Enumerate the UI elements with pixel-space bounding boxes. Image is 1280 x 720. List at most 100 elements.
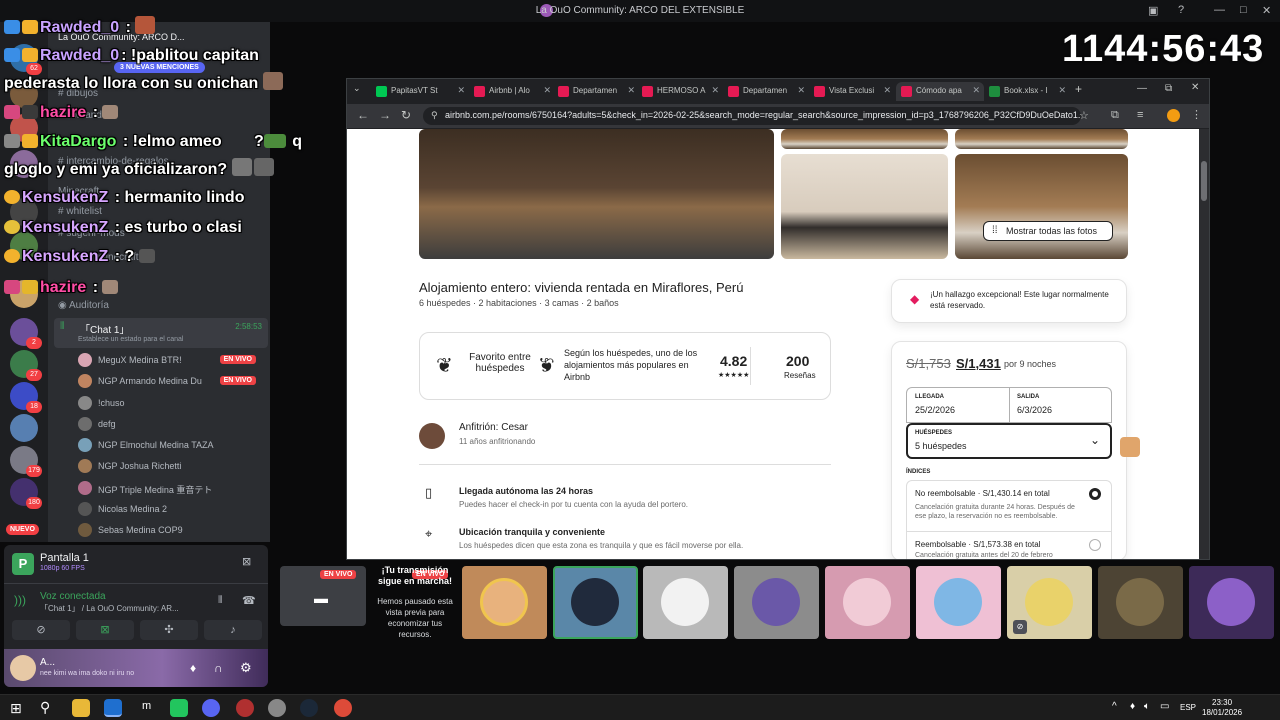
steam-icon[interactable] xyxy=(300,699,318,717)
discord-taskbar-icon[interactable] xyxy=(202,699,220,717)
browser-tab[interactable]: Airbnb | Alo ✕ xyxy=(469,82,555,101)
voice-connected-channel[interactable]: 「Chat 1」 / La OuO Community: AR... xyxy=(40,603,179,614)
close-button[interactable]: ✕ xyxy=(1262,4,1271,17)
participant-tile[interactable] xyxy=(916,566,1001,639)
window-restore[interactable]: ⧉ xyxy=(1165,83,1172,94)
server-icon[interactable]: 180 xyxy=(10,478,42,509)
radio-selected[interactable] xyxy=(1089,488,1101,500)
browser-tab[interactable]: PapitasVT St ✕ xyxy=(371,82,469,101)
search-icon[interactable]: ⚲ xyxy=(40,699,50,716)
camera-off-button[interactable]: ⊘ xyxy=(12,620,70,640)
soundboard-button[interactable]: ♪ xyxy=(204,620,262,640)
radio-unselected[interactable] xyxy=(1089,539,1101,551)
inbox-icon[interactable]: ▣ xyxy=(1148,4,1158,17)
channel-item[interactable]: ◉ Auditoría xyxy=(58,300,109,311)
mic-tray-icon[interactable]: ♦ xyxy=(1130,701,1135,712)
browser-tab[interactable]: Departamen ✕ xyxy=(723,82,809,101)
network-icon[interactable]: ▭ xyxy=(1160,701,1169,712)
voice-member[interactable]: Nicolas Medina 2 xyxy=(78,500,264,520)
refundable-option[interactable]: Reembolsable · S/1,573.38 en total Cance… xyxy=(906,532,1112,559)
settings-gear-icon[interactable]: ⚙ xyxy=(240,660,252,676)
media-icon[interactable]: ≡ xyxy=(1137,109,1143,121)
voice-channel-active[interactable]: ⦀ 「Chat 1」 2:58:53 Establece un estado p… xyxy=(54,318,268,348)
site-info-icon[interactable]: ⚲ xyxy=(431,110,438,121)
app-icon[interactable]: m xyxy=(142,700,151,712)
current-price[interactable]: S/1,431 xyxy=(956,356,1001,371)
voice-member[interactable]: NGP Joshua Richetti xyxy=(78,457,264,477)
new-badge[interactable]: NUEVO xyxy=(6,524,39,535)
participant-tile[interactable] xyxy=(825,566,910,639)
listing-photo[interactable] xyxy=(781,154,948,259)
participant-tile[interactable]: ⊘ xyxy=(1007,566,1092,639)
participant-tile[interactable] xyxy=(734,566,819,639)
clock-date[interactable]: 18/01/2026 xyxy=(1202,708,1242,717)
browser-tab[interactable]: Vista Exclusi ✕ xyxy=(809,82,895,101)
mic-icon[interactable]: ♦ xyxy=(190,661,196,675)
new-tab-button[interactable]: + xyxy=(1075,82,1082,96)
participant-tile[interactable] xyxy=(1098,566,1183,639)
voice-member[interactable]: Sebas Medina COP9 xyxy=(78,521,264,541)
scrollbar-thumb[interactable] xyxy=(1201,161,1207,201)
tray-chevron-icon[interactable]: ^ xyxy=(1112,701,1117,712)
user-avatar[interactable] xyxy=(10,655,36,681)
voice-member[interactable]: NGP Armando Medina Du EN VIVO xyxy=(78,372,264,392)
guests-select[interactable]: HUÉSPEDES 5 huéspedes ⌄ xyxy=(906,423,1112,459)
participant-tile[interactable] xyxy=(1189,566,1274,639)
maximize-button[interactable]: □ xyxy=(1240,4,1247,16)
checkout-value[interactable]: 6/3/2026 xyxy=(1017,405,1052,415)
voice-member[interactable]: NGP Elmochul Medina TAZA xyxy=(78,436,264,456)
profile-avatar[interactable] xyxy=(1167,109,1180,122)
headphones-icon[interactable]: ∩ xyxy=(214,661,223,675)
noise-icon[interactable]: ⦀ xyxy=(218,595,222,606)
user-name[interactable]: A... xyxy=(40,657,55,668)
voice-member[interactable]: MeguX Medina BTR! EN VIVO xyxy=(78,351,264,371)
scrollbar[interactable] xyxy=(1199,129,1209,559)
listing-photo[interactable] xyxy=(955,154,1128,259)
server-icon[interactable]: 27 xyxy=(10,350,42,381)
server-icon[interactable] xyxy=(10,414,38,442)
window-close[interactable]: ✕ xyxy=(1191,82,1199,93)
browser-tab-active[interactable]: Cómodo apa ✕ xyxy=(896,82,984,101)
back-button[interactable]: ← xyxy=(357,108,369,122)
channel-item[interactable]: # whitelist xyxy=(58,206,102,217)
host-avatar[interactable] xyxy=(419,423,445,449)
server-icon[interactable]: 179 xyxy=(10,446,42,477)
server-icon[interactable]: 2 xyxy=(10,318,42,349)
window-minimize[interactable]: — xyxy=(1137,83,1147,94)
clock-time[interactable]: 23:30 xyxy=(1212,698,1232,707)
stop-share-button[interactable]: ⊠ xyxy=(242,555,251,568)
checkin-value[interactable]: 25/2/2026 xyxy=(915,405,955,415)
app-icon[interactable] xyxy=(236,699,254,717)
voice-member[interactable]: !chuso xyxy=(78,394,264,414)
voice-connected-title[interactable]: Voz conectada xyxy=(40,591,106,602)
file-explorer-icon[interactable] xyxy=(72,699,90,717)
extensions-icon[interactable]: ⧉ xyxy=(1111,109,1119,122)
bookmark-star-icon[interactable]: ☆ xyxy=(1079,109,1089,122)
browser-tab[interactable]: Departamen ✕ xyxy=(553,82,639,101)
nonrefundable-option[interactable]: No reembolsable · S/1,430.14 en total Ca… xyxy=(906,480,1112,532)
voice-member[interactable]: defg xyxy=(78,415,264,435)
tab-search-icon[interactable]: ⌄ xyxy=(353,83,361,94)
dates-picker[interactable]: LLEGADA 25/2/2026 SALIDA 6/3/2026 xyxy=(906,387,1112,424)
edge-icon[interactable] xyxy=(104,699,122,717)
url-input[interactable]: airbnb.com.pe/rooms/6750164?adults=5&che… xyxy=(423,107,1081,125)
language-indicator[interactable]: ESP xyxy=(1180,703,1196,712)
activities-button[interactable]: ✣ xyxy=(140,620,198,640)
menu-icon[interactable]: ⋮ xyxy=(1191,108,1202,121)
volume-icon[interactable]: 🔈︎ xyxy=(1144,701,1150,712)
listing-photo[interactable] xyxy=(781,129,948,149)
app-icon[interactable] xyxy=(268,699,286,717)
browser-tab[interactable]: HERMOSO A ✕ xyxy=(637,82,723,101)
disconnect-icon[interactable]: ☎ xyxy=(242,594,256,607)
show-all-photos-button[interactable]: ⁞⁞ Mostrar todas las fotos xyxy=(983,221,1113,241)
participant-tile[interactable] xyxy=(462,566,547,639)
voice-channel-status[interactable]: Establece un estado para el canal xyxy=(78,336,183,343)
listing-photo[interactable] xyxy=(955,129,1128,149)
chrome-icon[interactable] xyxy=(334,699,352,717)
participant-tile[interactable] xyxy=(553,566,638,639)
guest-favorite-card[interactable]: ❦ Favorito entre huéspedes ❦ Según los h… xyxy=(419,332,831,400)
voice-member[interactable]: NGP Triple Medina 重音テト xyxy=(78,479,264,499)
participant-tile[interactable] xyxy=(643,566,728,639)
server-icon[interactable]: 18 xyxy=(10,382,42,413)
screen-share-button[interactable]: ⊠ xyxy=(76,620,134,640)
